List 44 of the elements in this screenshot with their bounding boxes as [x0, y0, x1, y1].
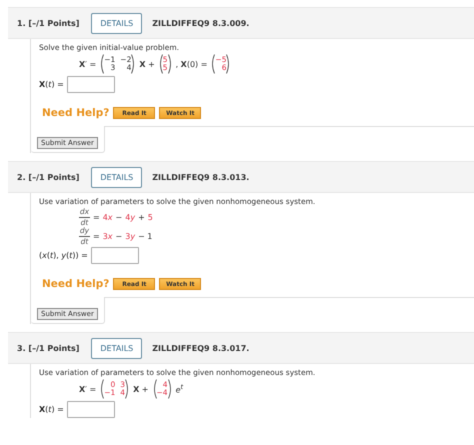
parenthesis-icon: [152, 379, 156, 399]
answer-label: X(t) =: [39, 405, 64, 414]
parenthesis-icon: [131, 54, 136, 74]
parenthesis-icon: [99, 54, 104, 74]
parenthesis-icon: [226, 54, 232, 74]
equation-text: X′ =: [79, 384, 96, 394]
equation-text: X +: [133, 384, 148, 394]
equation-text: =: [93, 232, 100, 240]
details-button[interactable]: DETAILS: [91, 166, 142, 188]
need-help-label: Need Help?: [42, 278, 110, 290]
points-label: 2. [–/1 Points]: [17, 172, 80, 182]
parenthesis-icon: [168, 54, 173, 74]
equation-text: 5: [148, 212, 153, 222]
answer-field[interactable]: [90, 247, 139, 264]
answer-field[interactable]: [66, 76, 115, 93]
equation-text: X′ =: [79, 60, 96, 68]
exponential-term: e$^{t}$: [176, 383, 184, 395]
points-label: 1. [–/1 Points]: [17, 18, 80, 28]
equation-text: +: [138, 212, 145, 222]
parenthesis-icon: [168, 379, 173, 399]
answer-label: X(t) =: [39, 80, 64, 89]
answer-label: (x(t), y(t)) =: [39, 251, 88, 260]
need-help-label: Need Help?: [42, 107, 110, 119]
equation-text: =: [93, 212, 100, 222]
points-label: 3. [–/1 Points]: [17, 344, 80, 352]
details-button[interactable]: DETAILS: [91, 12, 142, 34]
equation-text: −: [116, 212, 122, 222]
equation-text: − 1: [138, 232, 152, 240]
equation-term: 3y: [125, 232, 136, 240]
equation-text: , X(0) =: [176, 60, 208, 68]
parenthesis-icon: [158, 54, 163, 74]
question-code: ZILLDIFFEQ9 8.3.013.: [152, 172, 250, 182]
answer-field[interactable]: [66, 401, 115, 418]
parenthesis-icon: [99, 379, 104, 399]
equation-term: 4x: [102, 212, 113, 222]
question-code: ZILLDIFFEQ9 8.3.009.: [152, 18, 250, 28]
parenthesis-icon: [210, 54, 216, 74]
question-code: ZILLDIFFEQ9 8.3.017.: [152, 344, 250, 352]
equation-term: 3x: [102, 232, 113, 240]
equation-text: X +: [139, 60, 155, 68]
details-button[interactable]: DETAILS: [91, 338, 142, 358]
equation-term: 4y: [125, 212, 136, 222]
parenthesis-icon: [125, 379, 130, 399]
equation-text: −: [116, 232, 122, 240]
